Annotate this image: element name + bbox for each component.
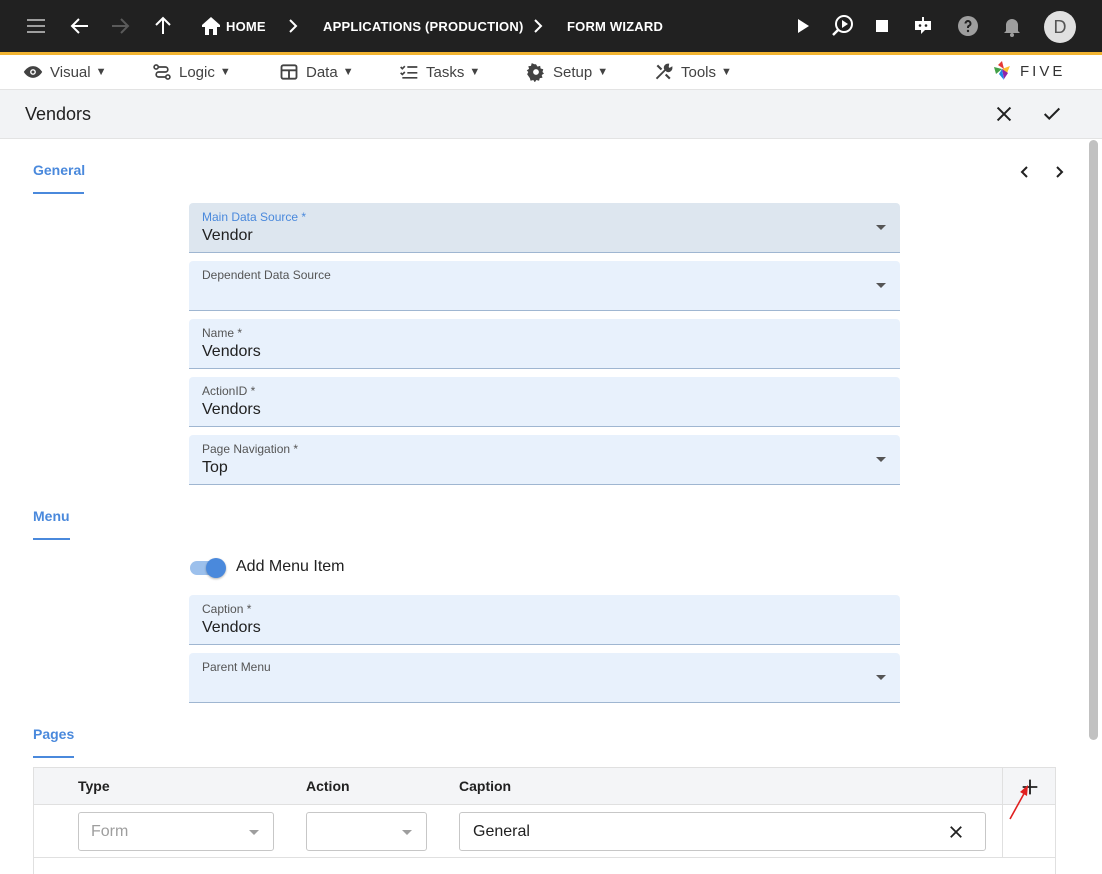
help-icon[interactable] <box>956 14 980 38</box>
chevron-right-icon[interactable] <box>1051 164 1067 180</box>
stop-icon[interactable] <box>870 14 894 38</box>
eye-icon <box>23 66 43 78</box>
dropdown-arrow-icon <box>876 283 886 288</box>
gear-icon <box>526 63 545 82</box>
main-data-source-select[interactable]: Main Data Source * Vendor <box>189 203 900 253</box>
menu-logic[interactable]: Logic ▼ <box>152 61 231 83</box>
name-field[interactable]: Name * Vendors <box>189 319 900 369</box>
breadcrumb-applications[interactable]: APPLICATIONS (PRODUCTION) <box>323 19 523 34</box>
five-logo: FIVE <box>994 61 1065 80</box>
section-tab-pages[interactable]: Pages <box>33 726 74 742</box>
chat-bot-icon[interactable] <box>911 14 935 38</box>
logic-flow-icon <box>153 64 171 80</box>
dropdown-arrow-icon <box>876 225 886 230</box>
section-tab-general[interactable]: General <box>33 162 85 178</box>
dropdown-arrow-icon <box>249 830 259 835</box>
parent-menu-select[interactable]: Parent Menu <box>189 653 900 703</box>
clear-x-icon[interactable] <box>947 823 965 841</box>
section-underline <box>33 756 74 758</box>
vertical-scrollbar[interactable] <box>1089 140 1098 740</box>
notifications-bell-icon[interactable] <box>1000 14 1024 38</box>
back-arrow-icon[interactable] <box>68 14 92 38</box>
page-action-select[interactable] <box>306 812 427 851</box>
menu-visual[interactable]: Visual ▼ <box>23 61 106 83</box>
up-arrow-icon[interactable] <box>151 14 175 38</box>
menu-hamburger-icon[interactable] <box>24 14 48 38</box>
page-caption-input[interactable]: General <box>459 812 986 851</box>
dropdown-arrow-icon <box>876 675 886 680</box>
home-icon[interactable] <box>199 14 223 38</box>
section-underline <box>33 192 84 194</box>
form-title-bar <box>0 90 1102 139</box>
dropdown-arrow-icon <box>876 457 886 462</box>
user-avatar[interactable]: D <box>1044 11 1076 43</box>
close-icon[interactable] <box>993 103 1015 125</box>
debug-run-icon[interactable] <box>831 14 855 38</box>
menu-data[interactable]: Data ▼ <box>279 61 354 83</box>
add-menu-item-label: Add Menu Item <box>236 558 345 575</box>
pages-table-header: Type Action Caption <box>34 768 1055 805</box>
forward-arrow-icon[interactable] <box>108 14 132 38</box>
annotation-arrow-icon <box>1009 785 1028 820</box>
dependent-data-source-select[interactable]: Dependent Data Source <box>189 261 900 311</box>
breadcrumb-current: FORM WIZARD <box>567 19 664 34</box>
section-underline <box>33 538 70 540</box>
save-check-icon[interactable] <box>1041 103 1063 125</box>
section-tab-menu[interactable]: Menu <box>33 508 70 524</box>
column-header-type: Type <box>78 778 110 794</box>
page-title: Vendors <box>25 104 92 124</box>
table-grid-icon <box>280 64 298 80</box>
chevron-left-icon[interactable] <box>1017 164 1033 180</box>
chevron-right-icon <box>289 19 298 33</box>
play-icon[interactable] <box>791 14 815 38</box>
page-type-select[interactable]: Form <box>78 812 274 851</box>
breadcrumb-home[interactable]: HOME <box>226 19 266 34</box>
pages-table: Type Action Caption Form General <box>33 767 1056 874</box>
menu-tasks[interactable]: Tasks ▼ <box>399 61 480 83</box>
svg-text:FIVE: FIVE <box>1020 63 1065 80</box>
caption-field[interactable]: Caption * Vendors <box>189 595 900 645</box>
column-header-action: Action <box>306 778 350 794</box>
page-navigation-select[interactable]: Page Navigation * Top <box>189 435 900 485</box>
checklist-icon <box>400 65 418 79</box>
action-id-field[interactable]: ActionID * Vendors <box>189 377 900 427</box>
chevron-right-icon <box>534 19 543 33</box>
tools-icon <box>655 63 673 80</box>
menu-tools[interactable]: Tools ▼ <box>654 61 732 83</box>
menu-setup[interactable]: Setup ▼ <box>526 61 608 83</box>
column-header-caption: Caption <box>459 778 512 794</box>
add-menu-item-toggle[interactable] <box>190 558 226 578</box>
dropdown-arrow-icon <box>402 830 412 835</box>
